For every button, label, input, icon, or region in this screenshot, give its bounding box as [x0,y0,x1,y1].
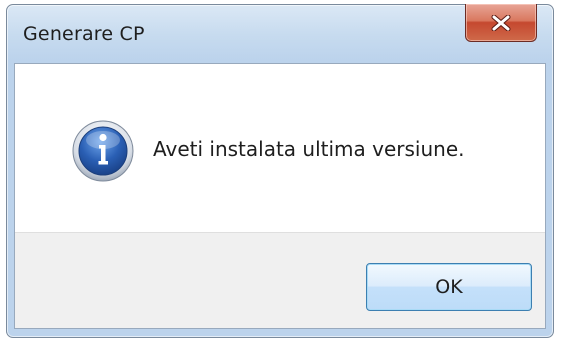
title-bar[interactable]: Generare CP [7,4,553,63]
close-button[interactable] [465,4,537,42]
message-text: Aveti instalata ultima versiune. [153,137,465,161]
ok-button[interactable]: OK [366,263,532,311]
dialog-window: Generare CP Aveti instalata ultima versi… [6,4,554,338]
info-icon [72,120,134,182]
close-icon [491,14,511,31]
message-area: Aveti instalata ultima versiune. [15,64,545,232]
window-title: Generare CP [23,23,145,45]
button-area: OK [15,232,545,328]
dialog-content: Aveti instalata ultima versiune. OK [14,63,546,329]
